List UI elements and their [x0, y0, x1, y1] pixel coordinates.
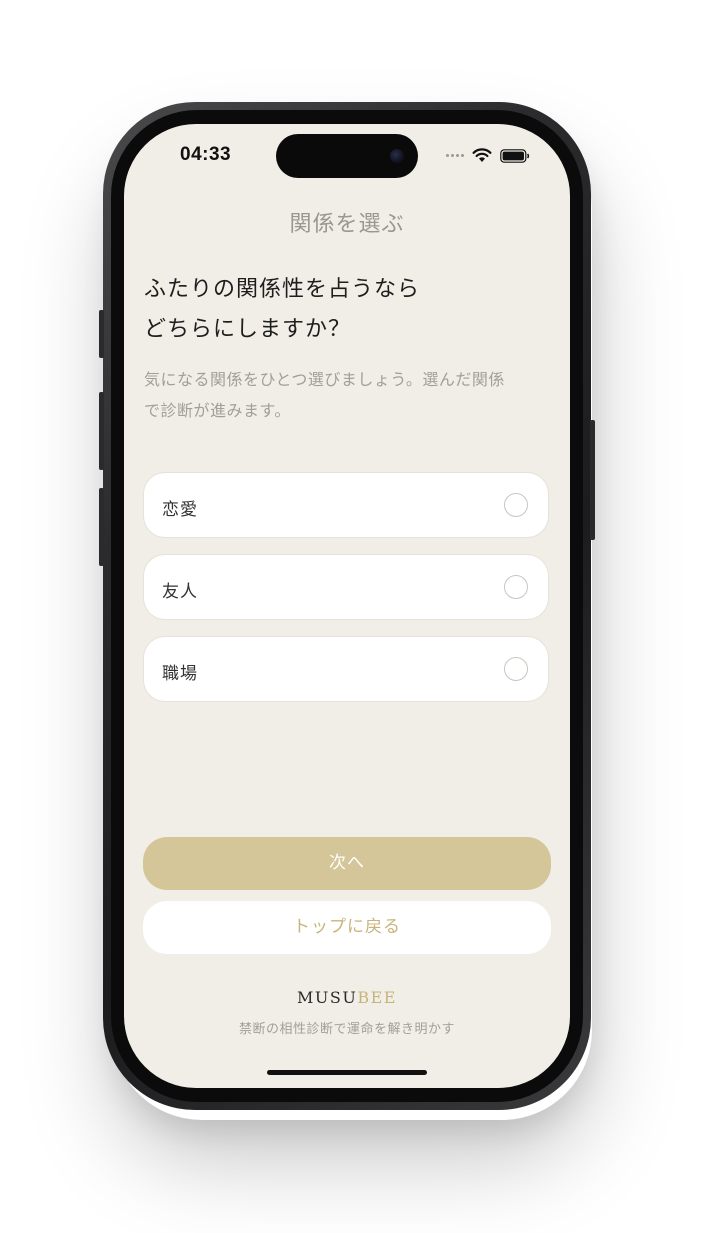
option-label: 職場: [162, 664, 198, 684]
description-line-1: 気になる関係をひとつ選びましょう。選んだ関係: [144, 370, 505, 389]
question-heading: ふたりの関係性を占うなら どちらにしますか？: [144, 270, 550, 350]
action-button: [99, 310, 104, 358]
brand-logo: MUSUBEE: [124, 988, 570, 1007]
option-romance[interactable]: 恋愛: [143, 472, 549, 538]
power-button: [590, 420, 595, 540]
battery-icon: [500, 148, 530, 163]
status-icons: [446, 148, 530, 163]
question-description: 気になる関係をひとつ選びましょう。選んだ関係 で診断が進みます。: [144, 364, 550, 426]
app-screen: 04:33 関係を選ぶ ふたりの関係性を占うなら どちらにしますか？ 気になる関…: [124, 124, 570, 1088]
front-camera: [390, 149, 404, 163]
brand-part-1: MUSU: [297, 988, 358, 1007]
description-line-2: で診断が進みます。: [144, 401, 291, 420]
brand-tagline: 禁断の相性診断で運命を解き明かす: [238, 1022, 455, 1037]
option-label: 友人: [162, 582, 198, 602]
status-time: 04:33: [180, 144, 232, 165]
volume-up-button: [99, 392, 104, 470]
wifi-icon: [472, 148, 492, 163]
back-to-top-button[interactable]: トップに戻る: [143, 901, 551, 954]
radio-unchecked-icon[interactable]: [504, 657, 528, 681]
next-button[interactable]: 次へ: [143, 837, 551, 890]
cellular-signal-icon: [446, 154, 464, 157]
option-label: 恋愛: [162, 500, 198, 520]
radio-unchecked-icon[interactable]: [504, 575, 528, 599]
brand-part-2: BEE: [357, 988, 397, 1007]
device-stage: 04:33 関係を選ぶ ふたりの関係性を占うなら どちらにしますか？ 気になる関…: [0, 0, 714, 1233]
radio-unchecked-icon[interactable]: [504, 493, 528, 517]
volume-down-button: [99, 488, 104, 566]
home-indicator[interactable]: [267, 1070, 427, 1075]
option-friend[interactable]: 友人: [143, 554, 549, 620]
question-line-1: ふたりの関係性を占うなら: [144, 277, 421, 302]
dynamic-island: [276, 134, 418, 178]
question-line-2: どちらにしますか？: [144, 317, 352, 342]
option-workplace[interactable]: 職場: [143, 636, 549, 702]
page-title: 関係を選ぶ: [289, 212, 405, 237]
